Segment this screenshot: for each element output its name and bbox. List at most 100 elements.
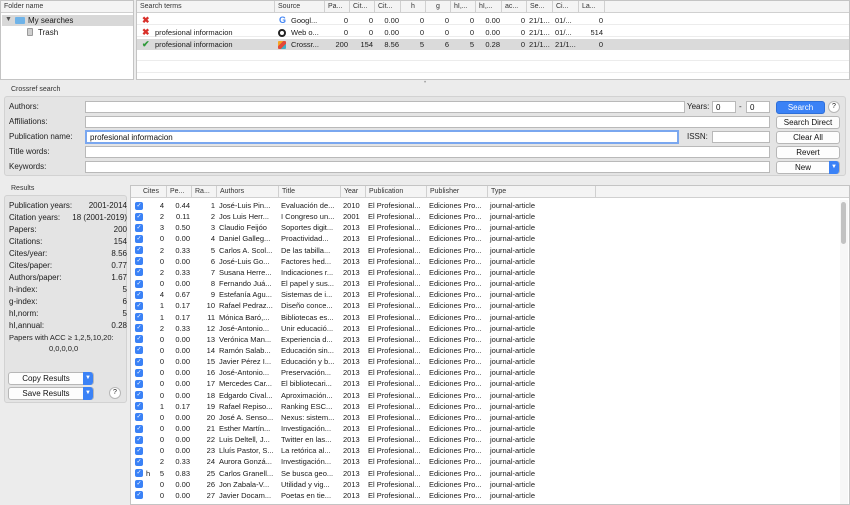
result-row[interactable]: ✓ 0 0.00 13 Verónica Man... Experiencia d... 2… [131, 334, 839, 345]
result-row[interactable]: ✓ 2 0.11 2 Jos Luis Herr... I Congreso un... 2… [131, 211, 839, 222]
col-header-search-date[interactable]: Se... [527, 1, 553, 13]
checkbox-checked-icon[interactable]: ✓ [135, 413, 143, 422]
result-row[interactable]: ✓ 0 0.00 8 Fernando Juá... El papel y sus... 2… [131, 278, 839, 289]
col-header-citations[interactable]: Cit... [350, 1, 375, 13]
authors-field[interactable] [85, 101, 685, 113]
copy-results-button[interactable]: Copy Results ▼ [8, 372, 94, 385]
col-header-cites[interactable]: Cites [131, 186, 167, 198]
clear-all-button[interactable]: Clear All [776, 131, 840, 144]
result-row[interactable]: ✓ 1 0.17 10 Rafael Pedraz... Diseño conce... 2… [131, 300, 839, 311]
result-row[interactable]: ✓ 0 0.00 18 Edgardo Cival... Aproximación... 2… [131, 390, 839, 401]
col-header-cites-per-year[interactable]: Cit... [375, 1, 401, 13]
save-results-button[interactable]: Save Results ▼ [8, 387, 94, 400]
new-button[interactable]: New ▼ [776, 161, 840, 174]
result-row[interactable]: ✓ 2 0.33 7 Susana Herre... Indicaciones r... 2… [131, 267, 839, 278]
split-handle[interactable]: • [422, 80, 428, 86]
result-row[interactable]: ✓ 0 0.00 4 Daniel Galleg... Proactividad... 20… [131, 233, 839, 244]
checkbox-checked-icon[interactable]: ✓ [135, 234, 143, 243]
checkbox-checked-icon[interactable]: ✓ [135, 257, 143, 266]
checkbox-checked-icon[interactable]: ✓ [135, 246, 143, 255]
affiliations-field[interactable] [85, 116, 770, 128]
col-header-g[interactable]: g [426, 1, 451, 13]
checkbox-checked-icon[interactable]: ✓ [135, 480, 143, 489]
result-row[interactable]: ✓ 4 0.67 9 Estefanía Agu... Sistemas de i... 2… [131, 289, 839, 300]
result-row[interactable]: ✓ 0 0.00 23 Lluís Pastor, S... La retórica al… [131, 445, 839, 456]
checkbox-checked-icon[interactable]: ✓ [135, 301, 143, 310]
result-row[interactable]: ✓ 0 0.00 6 José-Luis Go... Factores hed... 201… [131, 256, 839, 267]
keywords-field[interactable] [85, 161, 770, 173]
result-row[interactable]: ✓ 3 0.50 3 Claudio Feijóo Soportes digit... 20… [131, 222, 839, 233]
result-row[interactable]: ✓ 0 0.00 27 Javier Docam... Poetas en tie... 2… [131, 490, 839, 501]
col-header-search-terms[interactable]: Search terms [137, 1, 275, 13]
col-header-authors[interactable]: Authors [217, 186, 279, 198]
result-row[interactable]: ✓ 2 0.33 5 Carlos A. Scol... De las tabilla..… [131, 245, 839, 256]
checkbox-checked-icon[interactable]: ✓ [135, 324, 143, 333]
checkbox-checked-icon[interactable]: ✓ [135, 335, 143, 344]
vertical-scrollbar[interactable] [840, 200, 848, 504]
chevron-down-icon[interactable]: ▼ [83, 372, 93, 385]
result-row[interactable]: ✓ 0 0.00 26 Jon Zabala-V... Utilidad y vig...… [131, 479, 839, 490]
result-row[interactable]: ✓ 0 0.00 20 José A. Senso... Nexus: sistem...… [131, 412, 839, 423]
checkbox-checked-icon[interactable]: ✓ [135, 279, 143, 288]
col-header-year[interactable]: Year [341, 186, 366, 198]
revert-button[interactable]: Revert [776, 146, 840, 159]
result-row[interactable]: ✓ 0 0.00 17 Mercedes Car... El bibliotecari..… [131, 378, 839, 389]
col-header-source[interactable]: Source [275, 1, 325, 13]
checkbox-checked-icon[interactable]: ✓ [135, 469, 143, 478]
checkbox-checked-icon[interactable]: ✓ [135, 268, 143, 277]
checkbox-checked-icon[interactable]: ✓ [135, 424, 143, 433]
year-from-field[interactable] [712, 101, 736, 113]
col-header-publisher[interactable]: Publisher [427, 186, 488, 198]
issn-field[interactable] [712, 131, 770, 143]
year-to-field[interactable] [746, 101, 770, 113]
col-header-cites-date[interactable]: Ci... [553, 1, 579, 13]
help-button[interactable]: ? [828, 101, 840, 113]
scrollbar-thumb[interactable] [841, 202, 846, 244]
col-header-h[interactable]: h [401, 1, 426, 13]
col-header-hi-annual[interactable]: hI,... [476, 1, 502, 13]
chevron-down-icon[interactable]: ▼ [829, 161, 839, 174]
publication-name-field[interactable] [85, 130, 679, 144]
col-header-last[interactable]: La... [579, 1, 605, 13]
title-words-field[interactable] [85, 146, 770, 158]
col-header-per-year[interactable]: Pe... [167, 186, 192, 198]
disclosure-triangle-icon[interactable]: ▼ [5, 16, 12, 23]
col-header-papers[interactable]: Pa... [325, 1, 350, 13]
checkbox-checked-icon[interactable]: ✓ [135, 357, 143, 366]
results-help-button[interactable]: ? [109, 387, 121, 399]
checkbox-checked-icon[interactable]: ✓ [135, 201, 143, 210]
checkbox-checked-icon[interactable]: ✓ [135, 457, 143, 466]
search-row[interactable]: ✖ profesional informacion Web o... 0 0 0… [137, 27, 849, 38]
result-row[interactable]: ✓ 0 0.00 15 Javier Pérez I... Educación y b..… [131, 356, 839, 367]
search-row-selected[interactable]: ✔ profesional informacion Crossr... 200 … [137, 39, 849, 50]
checkbox-checked-icon[interactable]: ✓ [135, 391, 143, 400]
search-row[interactable]: ✖ G Googl... 0 0 0.00 0 0 0 0.00 0 21/1.… [137, 15, 849, 26]
checkbox-checked-icon[interactable]: ✓ [135, 368, 143, 377]
result-row[interactable]: ✓ 0 0.00 16 José-Antonio... Preservación... 20… [131, 367, 839, 378]
checkbox-checked-icon[interactable]: ✓ [135, 313, 143, 321]
col-header-rank[interactable]: Ra... [192, 186, 217, 198]
col-header-title[interactable]: Title [279, 186, 341, 198]
result-row[interactable]: ✓ 0 0.00 22 Luis Deltell, J... Twitter en las… [131, 434, 839, 445]
checkbox-checked-icon[interactable]: ✓ [135, 346, 143, 355]
folder-item-my-searches[interactable]: ▼ My searches [2, 15, 133, 26]
checkbox-checked-icon[interactable]: ✓ [135, 491, 143, 500]
result-row[interactable]: ✓ 4 0.44 1 José-Luis Pin... Evaluación de... 2… [131, 200, 839, 211]
result-row[interactable]: ✓ 1 0.17 19 Rafael Repiso... Ranking ESC... 20… [131, 401, 839, 412]
checkbox-checked-icon[interactable]: ✓ [135, 402, 143, 411]
checkbox-checked-icon[interactable]: ✓ [135, 223, 143, 232]
search-button[interactable]: Search [776, 101, 825, 114]
folder-item-trash[interactable]: Trash [2, 27, 133, 38]
col-header-type[interactable]: Type [488, 186, 596, 198]
chevron-down-icon[interactable]: ▼ [83, 387, 93, 400]
col-header-acc[interactable]: ac... [502, 1, 527, 13]
result-row[interactable]: ✓ h 5 0.83 25 Carlos Granell... Se busca geo..… [131, 468, 839, 479]
checkbox-checked-icon[interactable]: ✓ [135, 290, 143, 299]
result-row[interactable]: ✓ 2 0.33 12 José-Antonio... Unir educació... 2… [131, 323, 839, 334]
search-direct-button[interactable]: Search Direct [776, 116, 840, 129]
result-row[interactable]: ✓ 1 0.17 11 Mónica Baró,... Bibliotecas es...… [131, 312, 839, 323]
col-header-publication[interactable]: Publication [366, 186, 427, 198]
result-row[interactable]: ✓ 0 0.00 14 Ramón Salab... Educación sin... 20… [131, 345, 839, 356]
result-row[interactable]: ✓ 0 0.00 21 Esther Martín... Investigación...… [131, 423, 839, 434]
result-row[interactable]: ✓ 2 0.33 24 Aurora Gonzá... Investigación... 2… [131, 456, 839, 467]
